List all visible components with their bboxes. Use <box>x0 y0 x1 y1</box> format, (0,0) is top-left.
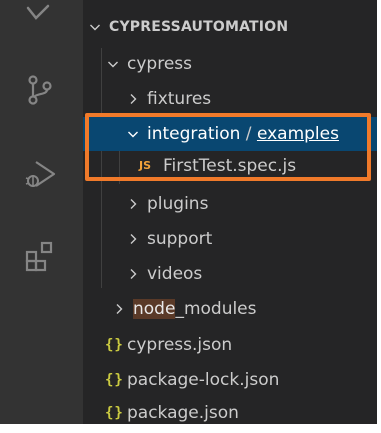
tree-item-cypress[interactable]: cypress <box>83 47 377 81</box>
json-file-icon: {} <box>105 372 124 388</box>
folder-label: videos <box>147 264 203 284</box>
activity-bar <box>0 0 83 424</box>
node-modules-prefix: node <box>133 299 176 319</box>
chevron-down-icon <box>105 47 121 81</box>
source-control-icon[interactable] <box>22 72 58 108</box>
chevron-right-icon <box>111 292 127 326</box>
chevron-right-icon <box>125 222 141 256</box>
file-label: package-lock.json <box>127 370 280 390</box>
folder-label: node_modules <box>133 292 257 326</box>
folder-label: cypress <box>127 54 192 74</box>
tree-item-node-modules[interactable]: node_modules <box>83 292 377 326</box>
node-modules-suffix: _modules <box>175 299 257 319</box>
tree-item-package-lock-json[interactable]: {} package-lock.json <box>83 363 377 397</box>
tree-item-plugins[interactable]: plugins <box>83 187 377 221</box>
folder-label: plugins <box>147 194 209 214</box>
tree-item-package-json[interactable]: {} package.json <box>83 396 377 430</box>
chevron-right-icon <box>125 257 141 291</box>
extensions-icon[interactable] <box>22 238 58 274</box>
vscode-window: CYPRESSAUTOMATION cypress fixtures integ… <box>0 0 377 424</box>
tree-item-support[interactable]: support <box>83 222 377 256</box>
explorer-tree: CYPRESSAUTOMATION cypress fixtures integ… <box>83 0 377 424</box>
json-file-icon: {} <box>105 337 124 353</box>
tree-root-cypressautomation[interactable]: CYPRESSAUTOMATION <box>83 10 377 44</box>
chevron-right-icon <box>125 82 141 116</box>
explorer-icon[interactable] <box>22 0 58 24</box>
root-folder-label: CYPRESSAUTOMATION <box>109 19 289 35</box>
run-debug-icon[interactable] <box>22 156 58 192</box>
highlight-annotation-box <box>85 113 371 181</box>
tree-item-cypress-json[interactable]: {} cypress.json <box>83 328 377 362</box>
screenshot-frame: CYPRESSAUTOMATION cypress fixtures integ… <box>0 0 381 433</box>
chevron-down-icon <box>87 10 103 44</box>
tree-item-videos[interactable]: videos <box>83 257 377 291</box>
file-label: cypress.json <box>127 335 233 355</box>
folder-label: support <box>147 229 213 249</box>
chevron-right-icon <box>125 187 141 221</box>
file-label: package.json <box>127 403 239 423</box>
folder-label: fixtures <box>147 89 212 109</box>
json-file-icon: {} <box>105 405 124 421</box>
tree-item-fixtures[interactable]: fixtures <box>83 82 377 116</box>
